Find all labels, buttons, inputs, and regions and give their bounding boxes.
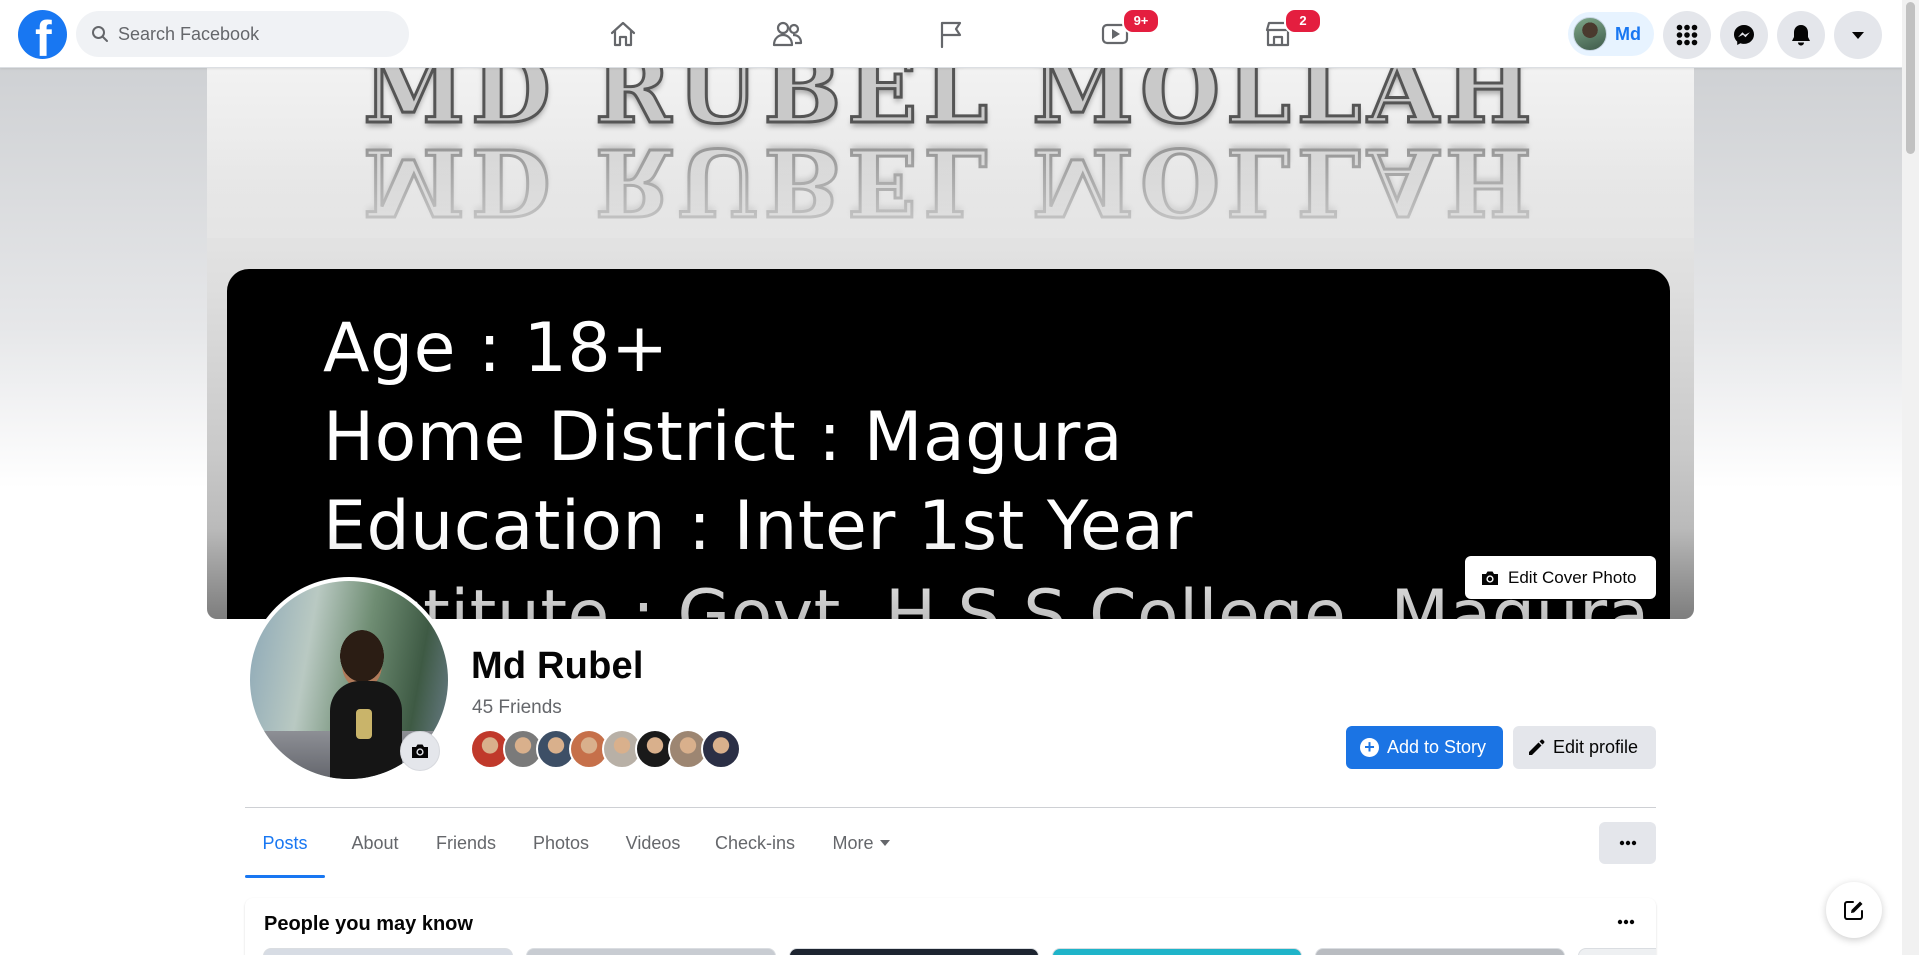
search-box[interactable] [76,11,409,57]
messenger-button[interactable] [1720,11,1768,59]
nav-home[interactable] [558,4,688,64]
more-dots-icon [1619,840,1636,846]
tab-photos[interactable]: Photos [521,808,601,878]
cover-info-card: Age : 18+ Home District : Magura Educati… [227,269,1670,619]
update-profile-picture-button[interactable] [400,731,440,771]
search-input[interactable] [118,11,398,57]
page-scrollbar[interactable] [1902,0,1919,955]
section-title: People you may know [264,913,473,935]
profile-chip[interactable]: Md [1568,12,1654,56]
suggestion-card[interactable] [1578,948,1656,955]
search-icon [92,26,108,42]
home-icon [610,21,636,47]
avatar-trophy [356,709,372,739]
cover-line-institute: Institute : Govt. H.S.S College, Magura [323,576,1650,619]
tab-posts[interactable]: Posts [245,808,325,878]
profile-options-button[interactable] [1599,822,1656,864]
caret-down-icon [879,840,890,846]
messenger-icon [1734,25,1754,45]
nav-watch[interactable]: 9+ [1050,4,1180,64]
edit-profile-button[interactable]: Edit profile [1513,726,1656,769]
suggestion-card[interactable] [263,948,513,955]
tab-about[interactable]: About [339,808,411,878]
suggestion-card[interactable] [1052,948,1302,955]
plus-circle-icon: + [1360,738,1379,757]
tab-friends[interactable]: Friends [425,808,507,878]
facebook-logo-icon[interactable]: f [18,10,67,59]
profile-chip-label: Md [1615,23,1641,44]
edit-cover-photo-button[interactable]: Edit Cover Photo [1465,556,1656,599]
tab-videos[interactable]: Videos [615,808,691,878]
friends-icon [772,21,803,47]
bell-icon [1792,25,1810,46]
add-to-story-button[interactable]: + Add to Story [1346,726,1503,769]
pencil-icon [1529,739,1545,755]
suggestion-card[interactable] [526,948,776,955]
nav-marketplace[interactable]: 2 [1213,4,1343,64]
more-dots-icon[interactable] [1616,912,1636,932]
cover-line-education: Education : Inter 1st Year [323,487,1193,566]
scrollbar-thumb[interactable] [1906,2,1915,154]
nav-friends[interactable] [722,4,852,64]
camera-icon [412,744,428,758]
menu-button[interactable] [1663,11,1711,59]
watch-notification-badge: 9+ [1122,8,1160,34]
add-to-story-label: Add to Story [1387,737,1487,757]
tab-check-ins[interactable]: Check-ins [705,808,805,878]
suggestion-card[interactable] [1315,948,1565,955]
friends-count-link[interactable]: 45 Friends [472,697,562,719]
notifications-button[interactable] [1777,11,1825,59]
grid-menu-icon [1676,24,1698,46]
compose-icon [1844,901,1863,920]
cover-line-district: Home District : Magura [323,398,1124,477]
cover-line-age: Age : 18+ [323,309,669,388]
caret-down-icon [1852,32,1864,39]
cover-photo[interactable]: MD RUBEL MOLLAH MD RUBEL MOLLAH Age : 18… [207,68,1694,619]
edit-cover-photo-label: Edit Cover Photo [1508,567,1637,587]
cover-fade [207,148,1694,238]
account-menu-button[interactable] [1834,11,1882,59]
marketplace-notification-badge: 2 [1284,8,1322,34]
edit-profile-label: Edit profile [1553,737,1639,757]
top-navigation-bar: f 9+ 2 [0,0,1902,68]
camera-icon [1482,571,1498,585]
profile-name: Md Rubel [471,645,644,687]
nav-pages[interactable] [886,4,1016,64]
people-you-may-know-section: People you may know [245,898,1656,955]
tab-more-label: More [832,833,874,853]
friend-avatar[interactable] [701,729,741,769]
flag-icon [940,21,962,49]
tab-more[interactable]: More [819,808,903,878]
avatar [1573,17,1607,51]
new-message-button[interactable] [1826,882,1882,938]
suggestion-card[interactable] [789,948,1039,955]
